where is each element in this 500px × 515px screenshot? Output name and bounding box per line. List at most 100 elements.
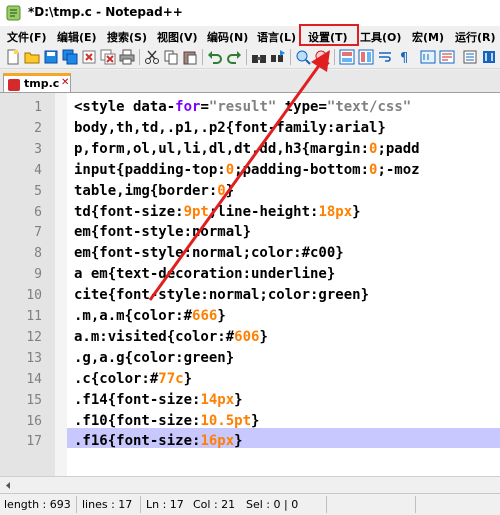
code-token: table,img{border: — [74, 182, 218, 199]
code-line: .m,a.m{color:#666} — [74, 306, 226, 327]
code-token: } — [217, 308, 226, 324]
new-file-icon[interactable] — [5, 49, 21, 65]
status-length: length : 693 — [4, 498, 71, 511]
line-number: 15 — [26, 392, 42, 408]
status-divider — [76, 496, 77, 513]
toolbar-separator — [202, 49, 203, 65]
code-token: td{font-size: — [74, 203, 184, 220]
code-token: } — [183, 370, 193, 387]
code-token: a em{text-decoration:underline} — [74, 266, 336, 283]
cut-icon[interactable] — [144, 49, 160, 65]
code-token: <style data- — [74, 99, 176, 115]
toolbar-separator — [334, 49, 335, 65]
code-token: .f14{font-size: — [74, 391, 201, 408]
status-col: Col : 21 — [193, 498, 236, 511]
code-token: ;padding-bottom: — [234, 161, 370, 178]
code-token: } — [234, 391, 243, 408]
code-token: 10.5pt — [200, 412, 252, 429]
status-divider — [326, 496, 327, 513]
menu-search[interactable]: 搜索(S) — [107, 29, 147, 45]
code-line: .f14{font-size:14px} — [74, 390, 243, 411]
menu-run[interactable]: 运行(R) — [455, 29, 496, 45]
code-token: p,form,ol,ul,li,dl,dt,dd,h3{margin: — [74, 140, 370, 157]
code-token: "result" — [208, 99, 277, 115]
code-token: em{font-style:normal;color:#c00} — [74, 245, 344, 262]
menu-view[interactable]: 视图(V) — [157, 29, 198, 45]
status-divider — [140, 496, 141, 513]
tab-bar: tmp.c ✕ — [0, 70, 500, 93]
menu-macro[interactable]: 宏(M) — [412, 29, 444, 45]
code-line: .c{color:#77c} — [74, 369, 192, 390]
tab-tmp-c[interactable]: tmp.c ✕ — [3, 73, 71, 92]
scroll-left-arrow-icon[interactable] — [2, 479, 15, 492]
code-line: p,form,ol,ul,li,dl,dt,dd,h3{margin:0;pad… — [74, 139, 420, 160]
code-line: td{font-size:9pt;line-height:18px} — [74, 202, 361, 223]
status-ln: Ln : 17 — [146, 498, 184, 511]
toolbar: ¶ — [0, 46, 500, 69]
replace-icon[interactable] — [270, 49, 286, 65]
code-token: 16px — [200, 433, 235, 450]
word-wrap-icon[interactable] — [377, 49, 393, 65]
zoom-in-icon[interactable] — [295, 49, 311, 65]
print-icon[interactable] — [119, 49, 135, 65]
code-line: em{font-style:normal} — [74, 222, 251, 243]
code-line: input{padding-top:0;padding-bottom:0;-mo… — [74, 160, 420, 181]
code-editor[interactable]: 1 2 3 4 5 6 7 8 9 10 11 12 13 14 15 16 17 <style data-fo… — [0, 93, 500, 476]
doc-map-icon[interactable] — [462, 49, 478, 65]
line-number: 2 — [34, 120, 42, 136]
close-all-icon[interactable] — [100, 49, 116, 65]
sync-h-icon[interactable] — [358, 49, 374, 65]
code-token: .f10{font-size: — [74, 412, 201, 429]
status-divider — [415, 496, 416, 513]
code-token: for — [175, 99, 201, 115]
notepadpp-logo-icon — [6, 5, 21, 21]
code-token: "text/css" — [326, 99, 412, 115]
copy-icon[interactable] — [163, 49, 179, 65]
zoom-out-icon[interactable] — [314, 49, 330, 65]
menu-file[interactable]: 文件(F) — [7, 29, 47, 45]
code-line: <style data-for="result" type="text/css" — [74, 97, 411, 118]
code-line: .f16{font-size:16px} — [74, 431, 243, 452]
tab-close-icon[interactable]: ✕ — [61, 77, 69, 88]
code-line: .f10{font-size:10.5pt} — [74, 411, 259, 432]
svg-text:¶: ¶ — [400, 51, 408, 65]
status-bar: length : 693 lines : 17 Ln : 17 Col : 21… — [0, 493, 500, 515]
show-all-icon[interactable]: ¶ — [396, 49, 412, 65]
menu-bar: 文件(F) 编辑(E) 搜索(S) 视图(V) 编码(N) 语言(L) 设置(T… — [0, 26, 500, 46]
code-token: 14px — [200, 391, 235, 408]
paste-icon[interactable] — [182, 49, 198, 65]
menu-language[interactable]: 语言(L) — [257, 29, 296, 45]
code-line: body,th,td,.p1,.p2{font-family:arial} — [74, 118, 386, 139]
close-icon[interactable] — [81, 49, 97, 65]
sync-v-icon[interactable] — [339, 49, 355, 65]
code-token: .g,a.g{color:green} — [74, 349, 235, 366]
code-line: em{font-style:normal;color:#c00} — [74, 243, 344, 264]
menu-tools[interactable]: 工具(O) — [360, 29, 401, 45]
line-number: 7 — [34, 225, 42, 241]
open-file-icon[interactable] — [24, 49, 40, 65]
code-token: 666 — [192, 308, 218, 324]
toolbar-separator — [290, 49, 291, 65]
toolbar-separator — [246, 49, 247, 65]
horizontal-scrollbar[interactable] — [0, 476, 500, 494]
title-bar: *D:\tmp.c - Notepad++ — [0, 0, 500, 26]
unsaved-file-icon — [8, 79, 20, 91]
user-defined-icon[interactable] — [439, 49, 455, 65]
redo-icon[interactable] — [226, 49, 242, 65]
save-all-icon[interactable] — [62, 49, 78, 65]
indent-guide-icon[interactable] — [420, 49, 436, 65]
line-number-gutter: 1 2 3 4 5 6 7 8 9 10 11 12 13 14 15 16 17 — [0, 93, 56, 476]
menu-encoding[interactable]: 编码(N) — [207, 29, 248, 45]
code-token: } — [225, 182, 235, 199]
code-token: a.m:visited{color:# — [74, 328, 235, 345]
save-icon[interactable] — [43, 49, 59, 65]
undo-icon[interactable] — [207, 49, 223, 65]
code-token: type= — [276, 99, 327, 115]
find-icon[interactable] — [251, 49, 267, 65]
line-number: 3 — [34, 141, 42, 157]
code-token: } — [234, 433, 243, 450]
code-token: 9pt — [183, 203, 209, 220]
menu-edit[interactable]: 编辑(E) — [57, 29, 97, 45]
function-list-icon[interactable] — [481, 49, 497, 65]
line-number: 10 — [26, 288, 42, 304]
